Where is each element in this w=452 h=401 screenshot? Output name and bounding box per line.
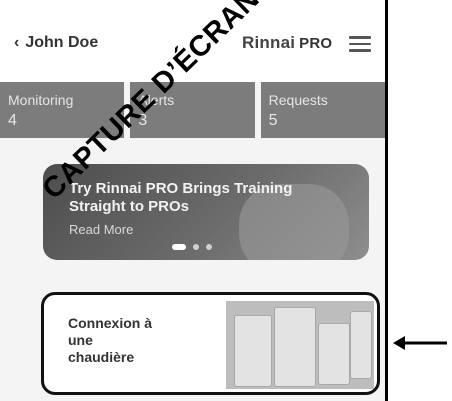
card-label-line: chaudière (68, 349, 135, 365)
brand-suffix: PRO (299, 35, 333, 52)
arrow-left-icon (393, 336, 447, 350)
stat-requests[interactable]: Requests 5 (260, 82, 385, 138)
stat-count: 3 (138, 112, 148, 129)
back-button[interactable]: ‹ John Doe (14, 34, 98, 52)
read-more-link[interactable]: Read More (69, 222, 133, 237)
carousel-dots (172, 244, 212, 250)
stat-label: Requests (268, 92, 328, 108)
carousel-dot[interactable] (206, 244, 212, 250)
banner-title: Try Rinnai PRO Brings Training Straight … (69, 180, 293, 215)
card-label-line: une (68, 332, 93, 348)
brand-logo: Rinnai PRO (242, 33, 332, 53)
card-label: Connexion à une chaudière (68, 315, 218, 366)
stat-count: 5 (268, 112, 278, 129)
connect-boiler-card[interactable]: Connexion à une chaudière (41, 292, 380, 395)
boiler-photo (226, 301, 374, 389)
carousel-dot[interactable] (193, 244, 199, 250)
brand-name: Rinnai (242, 33, 296, 52)
card-label-line: Connexion à (68, 315, 153, 331)
chevron-left-icon: ‹ (14, 34, 20, 51)
hamburger-menu-icon[interactable] (349, 36, 371, 52)
carousel-dot[interactable] (172, 244, 186, 250)
stat-label: Monitoring (8, 92, 74, 108)
stats-bar: Monitoring 4 Alerts 3 Requests 5 (0, 82, 385, 138)
back-label: John Doe (25, 34, 99, 51)
